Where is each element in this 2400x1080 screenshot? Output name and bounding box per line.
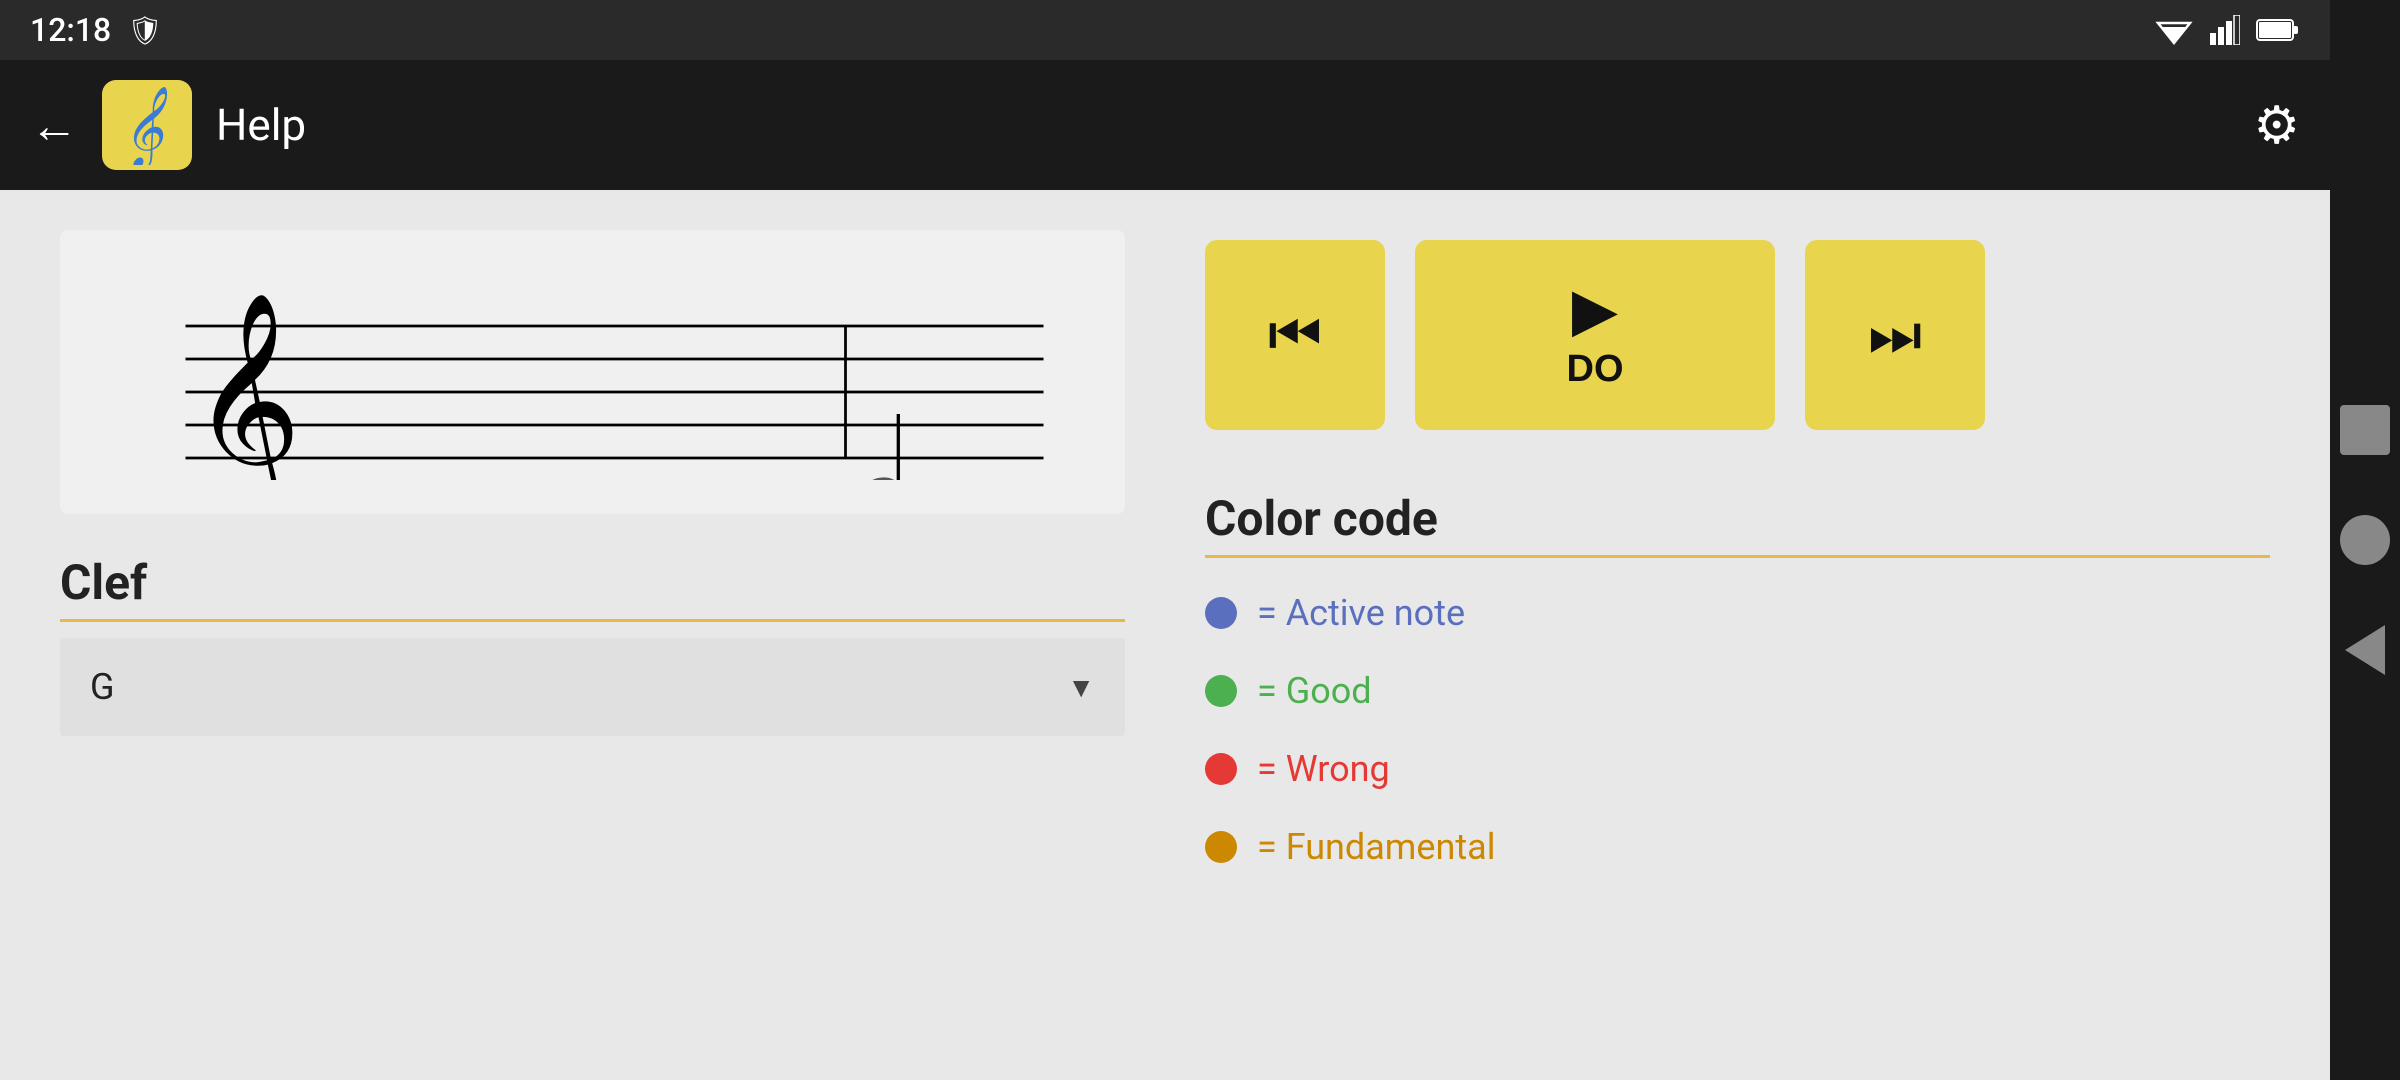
side-nav-square-button[interactable] — [2340, 405, 2390, 455]
color-code-title: Color code — [1205, 490, 2270, 555]
play-icon: ▶ — [1572, 280, 1618, 340]
color-code-section: Color code = Active note = Good = Wrong … — [1205, 490, 2270, 886]
color-item-wrong: = Wrong — [1205, 730, 2270, 808]
app-bar-title: Help — [216, 99, 306, 151]
app-bar: ← 𝄞 Help ⚙ — [0, 60, 2330, 190]
staff-notation: 𝄞 — [80, 260, 1105, 480]
good-dot — [1205, 675, 1237, 707]
play-note-label: DO — [1567, 348, 1624, 391]
svg-text:𝄞: 𝄞 — [122, 86, 168, 165]
fundamental-dot — [1205, 831, 1237, 863]
status-left: 12:18 🛡 — [30, 11, 163, 49]
status-bar: 12:18 🛡 — [0, 0, 2330, 60]
color-code-divider — [1205, 555, 2270, 558]
next-button[interactable]: ⏭ — [1805, 240, 1985, 430]
prev-icon: ⏮ — [1268, 305, 1322, 365]
color-item-fundamental: = Fundamental — [1205, 808, 2270, 886]
active-dot — [1205, 597, 1237, 629]
status-right — [2154, 15, 2300, 45]
wrong-dot — [1205, 753, 1237, 785]
clef-dropdown[interactable]: G ▼ — [60, 638, 1125, 736]
side-nav-back-button[interactable] — [2345, 625, 2385, 675]
fundamental-label: = Fundamental — [1257, 826, 1495, 868]
next-icon: ⏭ — [1868, 305, 1922, 365]
clef-value: G — [90, 666, 115, 708]
wifi-icon — [2154, 15, 2194, 45]
shield-icon: 🛡 — [127, 14, 163, 47]
app-icon: 𝄞 — [102, 80, 192, 170]
clef-divider — [60, 619, 1125, 622]
signal-icon — [2210, 15, 2240, 45]
app-icon-svg: 𝄞 — [112, 85, 182, 165]
color-item-active: = Active note — [1205, 574, 2270, 652]
color-item-good: = Good — [1205, 652, 2270, 730]
staff-area: 𝄞 — [60, 230, 1125, 514]
clef-section-title: Clef — [60, 554, 1125, 619]
side-nav-circle-button[interactable] — [2340, 515, 2390, 565]
main-content: 𝄞 Clef G ▼ — [0, 190, 2330, 1080]
svg-text:𝄞: 𝄞 — [191, 295, 302, 481]
play-button[interactable]: ▶ DO — [1415, 240, 1775, 430]
side-nav — [2330, 0, 2400, 1080]
good-label: = Good — [1257, 670, 1372, 712]
right-panel: ⏮ ▶ DO ⏭ Color code = Active note — [1205, 230, 2270, 1040]
active-label: = Active note — [1257, 592, 1465, 634]
left-panel: 𝄞 Clef G ▼ — [60, 230, 1125, 1040]
settings-button[interactable]: ⚙ — [2253, 95, 2300, 156]
status-time: 12:18 — [30, 11, 111, 49]
prev-button[interactable]: ⏮ — [1205, 240, 1385, 430]
app-bar-left: ← 𝄞 Help — [30, 80, 306, 170]
wrong-label: = Wrong — [1257, 748, 1390, 790]
battery-icon — [2256, 17, 2300, 43]
dropdown-arrow-icon: ▼ — [1067, 671, 1095, 704]
clef-section: Clef G ▼ — [60, 554, 1125, 736]
transport-controls: ⏮ ▶ DO ⏭ — [1205, 240, 2270, 450]
back-button[interactable]: ← — [30, 97, 78, 154]
